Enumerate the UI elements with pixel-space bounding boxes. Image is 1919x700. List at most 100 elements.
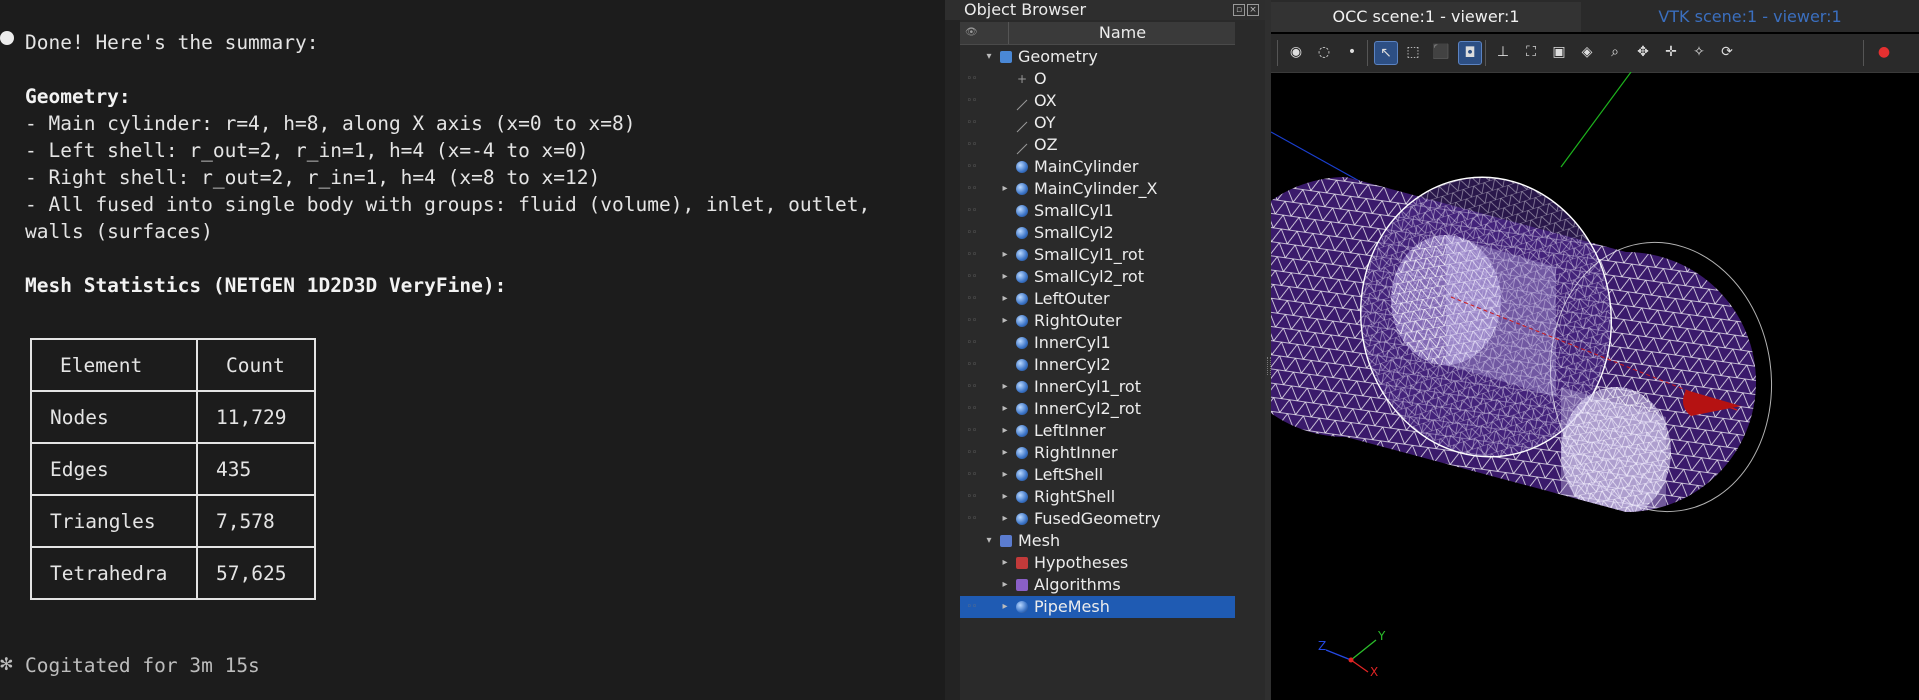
visibility-eye-icon[interactable]: ◦◦ [964,112,980,134]
tree-item[interactable]: ◦◦ SmallCyl1 [960,200,1235,222]
fit-all-icon[interactable]: ⛶ [1520,41,1542,63]
tree-item[interactable]: ▾ Geometry [960,46,1235,68]
visibility-eye-icon[interactable]: ◦◦ [964,134,980,156]
trihedron-icon[interactable]: ⊥ [1492,41,1514,63]
global-pan-icon[interactable]: ✛ [1660,41,1682,63]
tree-item[interactable]: ◦◦ ▸ FusedGeometry [960,508,1235,530]
visibility-eye-icon[interactable]: ◦◦ [964,442,980,464]
chevron-right-icon[interactable]: ▸ [1000,420,1010,442]
object-browser-titlebar: Object Browser ▫ × [945,0,1265,20]
solid-icon [1016,227,1028,239]
chevron-right-icon[interactable]: ▸ [1000,398,1010,420]
visibility-eye-icon[interactable]: ◦◦ [964,464,980,486]
chevron-right-icon[interactable]: ▸ [1000,376,1010,398]
tree-column-header[interactable]: 👁 Name [960,22,1235,45]
zoom-icon[interactable]: ⌕ [1604,41,1626,63]
tree-item[interactable]: ▸ Hypotheses [960,552,1235,574]
tree-item[interactable]: ◦◦ ▸ LeftOuter [960,288,1235,310]
line-icon [1016,117,1028,133]
tree-item-label: OX [1034,91,1057,110]
tree-item[interactable]: ◦◦ + O [960,68,1235,90]
selection-mode-icon[interactable]: • [1341,41,1363,63]
tab-vtk-viewer[interactable]: VTK scene:1 - viewer:1 [1585,2,1915,32]
chevron-down-icon[interactable]: ▾ [984,530,994,552]
rotate-icon[interactable]: ⟳ [1716,41,1738,63]
tree-item[interactable]: ◦◦ ▸ PipeMesh [960,596,1235,618]
background-icon[interactable]: ◌ [1313,41,1335,63]
fit-area-icon[interactable]: ▣ [1548,41,1570,63]
table-cell: 7,578 [196,494,316,548]
select-icon[interactable]: ↖ [1374,41,1398,65]
3d-scene[interactable]: Y Z X [1271,72,1919,700]
visibility-eye-icon[interactable]: ◦◦ [964,156,980,178]
tree-item[interactable]: ◦◦ SmallCyl2 [960,222,1235,244]
chevron-right-icon[interactable]: ▸ [1000,266,1010,288]
chevron-right-icon[interactable]: ▸ [1000,244,1010,266]
tree-item[interactable]: ◦◦ ▸ RightInner [960,442,1235,464]
pipe-mesh-shape [1271,176,1773,513]
record-icon[interactable]: ● [1873,41,1895,63]
chevron-right-icon[interactable]: ▸ [1000,442,1010,464]
visibility-eye-icon[interactable]: ◦◦ [964,90,980,112]
geometry-line: - All fused into single body with groups… [25,193,871,216]
tree-item[interactable]: ▾ Mesh [960,530,1235,552]
tree-item-label: Mesh [1018,531,1061,550]
chevron-right-icon[interactable]: ▸ [1000,596,1010,618]
tree-item[interactable]: ◦◦ ▸ RightOuter [960,310,1235,332]
tree-item[interactable]: ◦◦ MainCylinder [960,156,1235,178]
pan-icon[interactable]: ✥ [1632,41,1654,63]
chevron-right-icon[interactable]: ▸ [1000,486,1010,508]
tree-item[interactable]: ◦◦ ▸ SmallCyl1_rot [960,244,1235,266]
chevron-right-icon[interactable]: ▸ [1000,574,1010,596]
visibility-eye-icon[interactable]: ◦◦ [964,68,980,90]
chevron-down-icon[interactable]: ▾ [984,46,994,68]
rotation-point-icon[interactable]: ✧ [1688,41,1710,63]
visibility-eye-icon[interactable]: ◦◦ [964,178,980,200]
tree-item[interactable]: ◦◦ InnerCyl1 [960,332,1235,354]
column-header-name[interactable]: Name [1008,22,1236,44]
visibility-header-icon[interactable]: 👁 [965,22,978,44]
mesh-icon [1000,535,1012,547]
chevron-right-icon[interactable]: ▸ [1000,178,1010,200]
visibility-eye-icon[interactable]: ◦◦ [964,200,980,222]
chevron-right-icon[interactable]: ▸ [1000,508,1010,530]
circle-select-icon[interactable]: ◘ [1458,41,1482,65]
chevron-right-icon[interactable]: ▸ [1000,310,1010,332]
tree-item[interactable]: ◦◦ ▸ SmallCyl2_rot [960,266,1235,288]
tree-item[interactable]: ◦◦ OX [960,90,1235,112]
tree-item[interactable]: ◦◦ ▸ InnerCyl1_rot [960,376,1235,398]
visibility-eye-icon[interactable]: ◦◦ [964,310,980,332]
chevron-right-icon[interactable]: ▸ [1000,464,1010,486]
dump-view-icon[interactable]: ◉ [1285,41,1307,63]
chevron-right-icon[interactable]: ▸ [1000,552,1010,574]
visibility-eye-icon[interactable]: ◦◦ [964,288,980,310]
visibility-eye-icon[interactable]: ◦◦ [964,596,980,618]
tab-occ-viewer[interactable]: OCC scene:1 - viewer:1 [1271,2,1581,32]
solid-icon [1016,359,1028,371]
visibility-eye-icon[interactable]: ◦◦ [964,354,980,376]
rectangle-select-icon[interactable]: ⬚ [1402,41,1424,63]
tree-item[interactable]: ◦◦ OY [960,112,1235,134]
tree-item[interactable]: ◦◦ OZ [960,134,1235,156]
tree-item[interactable]: ◦◦ InnerCyl2 [960,354,1235,376]
visibility-eye-icon[interactable]: ◦◦ [964,332,980,354]
visibility-eye-icon[interactable]: ◦◦ [964,486,980,508]
close-icon[interactable]: × [1247,4,1259,16]
visibility-eye-icon[interactable]: ◦◦ [964,376,980,398]
tree-item[interactable]: ◦◦ ▸ InnerCyl2_rot [960,398,1235,420]
visibility-eye-icon[interactable]: ◦◦ [964,508,980,530]
visibility-eye-icon[interactable]: ◦◦ [964,244,980,266]
visibility-eye-icon[interactable]: ◦◦ [964,398,980,420]
visibility-eye-icon[interactable]: ◦◦ [964,222,980,244]
visibility-eye-icon[interactable]: ◦◦ [964,266,980,288]
chevron-right-icon[interactable]: ▸ [1000,288,1010,310]
visibility-eye-icon[interactable]: ◦◦ [964,420,980,442]
polygon-select-icon[interactable]: ⬛ [1430,41,1452,63]
tree-item[interactable]: ◦◦ ▸ MainCylinder_X [960,178,1235,200]
tree-item[interactable]: ◦◦ ▸ LeftShell [960,464,1235,486]
tree-item[interactable]: ▸ Algorithms [960,574,1235,596]
tree-item[interactable]: ◦◦ ▸ LeftInner [960,420,1235,442]
tree-item[interactable]: ◦◦ ▸ RightShell [960,486,1235,508]
float-panel-icon[interactable]: ▫ [1233,4,1245,16]
fit-selection-icon[interactable]: ◈ [1576,41,1598,63]
